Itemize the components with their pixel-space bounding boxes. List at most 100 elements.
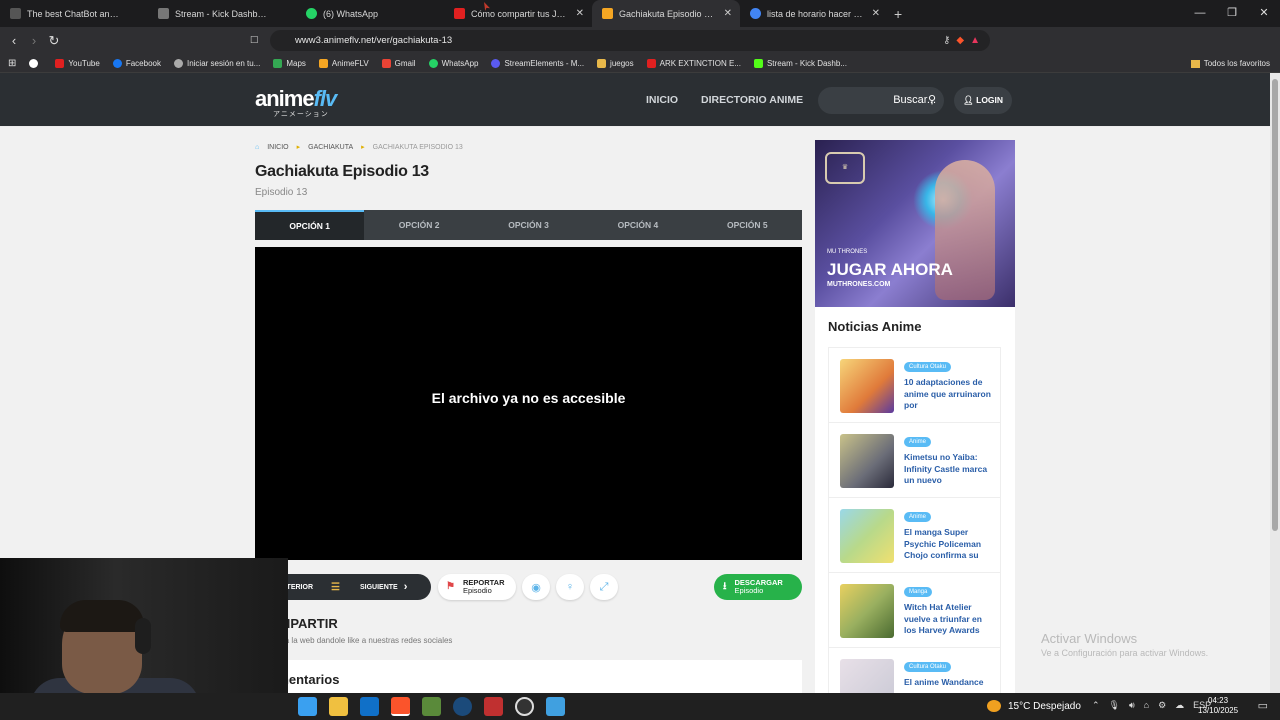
tab-title: lista de horario hacer - Buscar co	[767, 8, 863, 19]
steam-icon[interactable]	[453, 697, 472, 716]
expand-button[interactable]: ⤢	[590, 574, 618, 600]
paint-icon[interactable]	[546, 697, 565, 716]
news-title[interactable]: Witch Hat Atelier vuelve a triunfar en l…	[904, 602, 994, 637]
bookmark-icon[interactable]: ☐	[250, 30, 259, 51]
news-item[interactable]: Cultura Otaku 10 adaptaciones de anime qu…	[829, 348, 1000, 423]
login-button[interactable]: 👤︎ LOGIN	[954, 87, 1012, 114]
reload-icon[interactable]: ↻	[44, 33, 64, 49]
news-thumbnail	[840, 359, 894, 413]
notification-icon[interactable]: ▭	[1258, 699, 1268, 712]
download-button[interactable]: ⭳ DESCARGAR Episodio	[714, 574, 802, 600]
download-icon: ⭳	[723, 581, 727, 592]
news-list: Cultura Otaku 10 adaptaciones de anime qu…	[828, 347, 1001, 697]
bookmark-label: juegos	[610, 58, 634, 68]
tab-option-5[interactable]: OPCIÓN 5	[693, 210, 802, 240]
close-window-icon[interactable]: ✕	[1248, 0, 1280, 27]
key-icon[interactable]: ⚷	[943, 30, 950, 51]
menu-directorio[interactable]: DIRECTORIO ANIME	[701, 73, 803, 127]
bookmark-label: Gmail	[394, 58, 416, 68]
close-tab-icon[interactable]: ✕	[576, 8, 584, 19]
bookmark-whatsapp[interactable]: WhatsApp	[428, 58, 478, 68]
bookmark-youtube[interactable]: YouTube	[55, 58, 100, 68]
login-label: LOGIN	[976, 95, 1004, 105]
bookmark-folder-juegos[interactable]: juegos	[597, 58, 634, 68]
eye-button[interactable]: ◉	[522, 574, 550, 600]
tab-chatbot[interactable]: The best ChatBot and Widgets f	[0, 0, 148, 27]
report-button[interactable]: ⚑ REPORTAR Episodio	[438, 574, 516, 600]
light-button[interactable]: ♀	[556, 574, 584, 600]
close-tab-icon[interactable]: ✕	[724, 8, 732, 19]
speaker-icon[interactable]: 🔊︎	[1129, 700, 1135, 711]
news-item[interactable]: Manga Witch Hat Atelier vuelve a triunfar…	[829, 573, 1000, 648]
activation-watermark-sub: Ve a Configuración para activar Windows.	[1041, 648, 1209, 658]
start-icon[interactable]	[298, 697, 317, 716]
minimize-icon[interactable]: —	[1184, 0, 1216, 27]
weather-widget[interactable]: 15°C Despejado	[987, 700, 1081, 712]
tab-google[interactable]: lista de horario hacer - Buscar co ✕	[740, 0, 888, 27]
search-icon[interactable]: ⚲	[928, 87, 936, 114]
url-bar[interactable]: ☐ www3.animeflv.net/ver/gachiakuta-13 ⚷ …	[250, 30, 990, 51]
menu-inicio[interactable]: INICIO	[646, 73, 678, 127]
site-logo[interactable]: animeflv アニメーション	[255, 86, 337, 118]
tab-whatsapp[interactable]: (6) WhatsApp	[296, 0, 444, 27]
titanfall-icon[interactable]	[484, 697, 503, 716]
bookmark-login[interactable]: Iniciar sesión en tu...	[173, 58, 260, 68]
bookmark-facebook[interactable]: Facebook	[112, 58, 161, 68]
news-item[interactable]: Anime El manga Super Psychic Policeman Ch…	[829, 498, 1000, 573]
bookmark-ark[interactable]: ARK EXTINCTION E...	[646, 58, 741, 68]
brave-icon[interactable]	[391, 697, 410, 716]
page-scrollbar[interactable]	[1270, 73, 1280, 693]
outlook-icon[interactable]	[360, 697, 379, 716]
brave-rewards-icon[interactable]: ▲	[970, 30, 980, 51]
share-subtitle: Ayuda a la web dandole like a nuestras r…	[260, 636, 452, 645]
weather-text: 15°C Despejado	[1008, 700, 1081, 712]
news-title[interactable]: El anime Wandance	[904, 677, 994, 689]
back-icon[interactable]: ‹	[4, 33, 24, 48]
bookmark-streamelements[interactable]: StreamElements - M...	[491, 58, 584, 68]
apps-icon[interactable]: ⊞	[8, 58, 16, 69]
breadcrumb-inicio[interactable]: INICIO	[267, 144, 288, 151]
brave-shield-icon[interactable]: ◆	[956, 30, 964, 51]
bookmark-animeflv[interactable]: AnimeFLV	[318, 58, 369, 68]
search-input[interactable]: Buscar... ⚲	[818, 87, 944, 114]
network-icon[interactable]: ⌂	[1144, 700, 1149, 711]
new-tab-icon[interactable]: +	[894, 6, 902, 22]
tab-kick[interactable]: Stream - Kick Dashboard	[148, 0, 296, 27]
google-bookmark-icon[interactable]	[29, 58, 42, 68]
minecraft-icon[interactable]	[422, 697, 441, 716]
news-item[interactable]: Cultura Otaku El anime Wandance	[829, 648, 1000, 696]
close-tab-icon[interactable]: ✕	[872, 8, 880, 19]
forward-icon[interactable]: ›	[24, 33, 44, 48]
bookmark-kick[interactable]: Stream - Kick Dashb...	[753, 58, 847, 68]
scroll-thumb[interactable]	[1272, 79, 1278, 531]
news-item[interactable]: Anime Kimetsu no Yaiba: Infinity Castle m…	[829, 423, 1000, 498]
bookmark-maps[interactable]: Maps	[273, 58, 306, 68]
tab-option-3[interactable]: OPCIÓN 3	[474, 210, 583, 240]
news-title[interactable]: El manga Super Psychic Policeman Chojo c…	[904, 527, 994, 562]
news-title[interactable]: Kimetsu no Yaiba: Infinity Castle marca …	[904, 452, 994, 487]
settings-icon[interactable]: ⚙	[1158, 700, 1166, 711]
tab-option-1[interactable]: OPCIÓN 1	[255, 210, 365, 240]
file-explorer-icon[interactable]	[329, 697, 348, 716]
clock[interactable]: 04:23 13/10/2025	[1198, 696, 1238, 716]
home-icon[interactable]: ⌂	[255, 144, 259, 151]
breadcrumb-series[interactable]: GACHIAKUTA	[308, 144, 353, 151]
microphone-icon[interactable]: 🎙︎	[1109, 700, 1120, 711]
chevron-up-icon[interactable]: ⌃	[1092, 700, 1100, 711]
ad-banner[interactable]: ♛ MU THRONES JUGAR AHORA MUTHRONES.COM	[815, 140, 1015, 307]
tab-animeflv[interactable]: Gachiakuta Episodio 13 Sub ✕	[592, 0, 740, 27]
bookmark-gmail[interactable]: Gmail	[381, 58, 416, 68]
tab-option-4[interactable]: OPCIÓN 4	[583, 210, 692, 240]
tab-option-2[interactable]: OPCIÓN 2	[364, 210, 473, 240]
restore-icon[interactable]: ❐	[1216, 0, 1248, 27]
all-bookmarks[interactable]: Todos los favoritos	[1190, 54, 1270, 73]
next-episode-button[interactable]: SIGUIENTE	[360, 584, 398, 591]
webcam-hair	[60, 600, 144, 632]
cloud-icon[interactable]: ☁	[1175, 700, 1184, 711]
video-player[interactable]: El archivo ya no es accesible	[255, 247, 802, 560]
page-title: Gachiakuta Episodio 13	[255, 163, 429, 180]
obs-icon[interactable]	[515, 697, 534, 716]
news-title[interactable]: 10 adaptaciones de anime que arruinaron …	[904, 377, 994, 412]
list-icon[interactable]: ☰	[331, 582, 340, 593]
tab-youtube[interactable]: Cómo compartir tus JUEGOS✕	[444, 0, 592, 27]
